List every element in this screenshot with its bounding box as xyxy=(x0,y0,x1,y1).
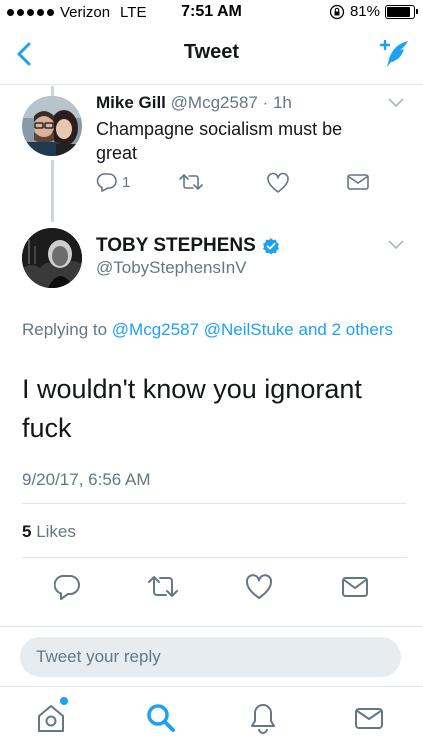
reply-tweet-text: Champagne socialism must be great xyxy=(96,119,343,163)
tweet-timestamp: 9/20/17, 6:56 AM xyxy=(22,470,151,489)
heart-icon[interactable] xyxy=(244,572,274,602)
reply-icon xyxy=(96,173,117,192)
reply-time: · 1h xyxy=(262,93,292,112)
rotation-lock-icon xyxy=(329,4,345,19)
replying-to: Replying to @Mcg2587 @NeilStuke and 2 ot… xyxy=(22,317,402,343)
reply-action[interactable]: 1 xyxy=(96,172,130,192)
thread-line-bottom xyxy=(51,160,54,222)
reply-count: 1 xyxy=(122,173,131,191)
reply-author-name[interactable]: Mike Gill xyxy=(96,93,166,112)
reply-icon[interactable] xyxy=(54,572,82,602)
replying-prefix: Replying to xyxy=(22,320,108,339)
navigation-bar: Tweet xyxy=(0,24,423,85)
envelope-icon[interactable] xyxy=(340,572,370,602)
status-bar: Verizon LTE 7:51 AM 81% xyxy=(0,0,423,24)
replying-others-link[interactable]: and 2 others xyxy=(298,320,393,339)
divider xyxy=(22,557,407,558)
likes-count: 5 xyxy=(22,522,32,541)
main-tweet-text: I wouldn't know you ignorant fuck xyxy=(22,374,362,443)
main-tweet-author[interactable]: TOBY STEPHENS xyxy=(96,235,280,257)
likes-count-row[interactable]: 5 Likes xyxy=(22,522,76,542)
reply-tweet-header: Mike Gill @Mcg2587 · 1h xyxy=(96,93,292,113)
avatar-toby-stephens[interactable] xyxy=(22,228,82,288)
reply-input[interactable]: Tweet your reply xyxy=(20,637,401,677)
battery-percent: 81% xyxy=(349,3,380,20)
tab-notifications-icon[interactable] xyxy=(247,701,279,735)
thread-line-top xyxy=(51,86,54,96)
divider xyxy=(22,503,407,504)
tab-search-icon[interactable] xyxy=(145,701,177,735)
likes-label: Likes xyxy=(36,522,76,541)
heart-icon xyxy=(267,172,289,193)
chevron-down-icon[interactable] xyxy=(388,98,404,108)
reply-author-handle[interactable]: @Mcg2587 xyxy=(171,93,258,112)
replying-user-link[interactable]: @NeilStuke xyxy=(204,320,294,339)
tab-bar xyxy=(0,686,423,751)
retweet-action[interactable] xyxy=(178,172,204,192)
main-author-name[interactable]: TOBY STEPHENS xyxy=(96,235,256,257)
tab-home-icon[interactable] xyxy=(34,701,68,735)
compose-tweet-icon[interactable] xyxy=(375,37,411,71)
reply-tweet-actions: 1 xyxy=(96,172,396,198)
envelope-icon xyxy=(347,174,369,190)
reply-bar: Tweet your reply xyxy=(0,626,423,687)
verified-badge-icon xyxy=(262,238,279,255)
like-action[interactable] xyxy=(266,172,290,194)
avatar-photo xyxy=(22,228,82,288)
tab-messages-icon[interactable] xyxy=(352,701,386,735)
direct-message-action[interactable] xyxy=(346,172,370,192)
battery-icon xyxy=(385,4,418,19)
chevron-down-icon[interactable] xyxy=(388,240,404,250)
main-author-handle[interactable]: @TobyStephensInV xyxy=(96,258,247,278)
page-title: Tweet xyxy=(183,41,240,63)
replying-user-link[interactable]: @Mcg2587 xyxy=(112,320,199,339)
avatar-mike-gill[interactable] xyxy=(22,96,82,156)
notification-dot xyxy=(60,697,68,705)
retweet-icon xyxy=(179,174,203,190)
avatar-photo xyxy=(22,96,82,156)
retweet-icon[interactable] xyxy=(146,572,180,602)
main-tweet-actions xyxy=(0,572,423,608)
battery-info: 81% xyxy=(329,3,418,20)
